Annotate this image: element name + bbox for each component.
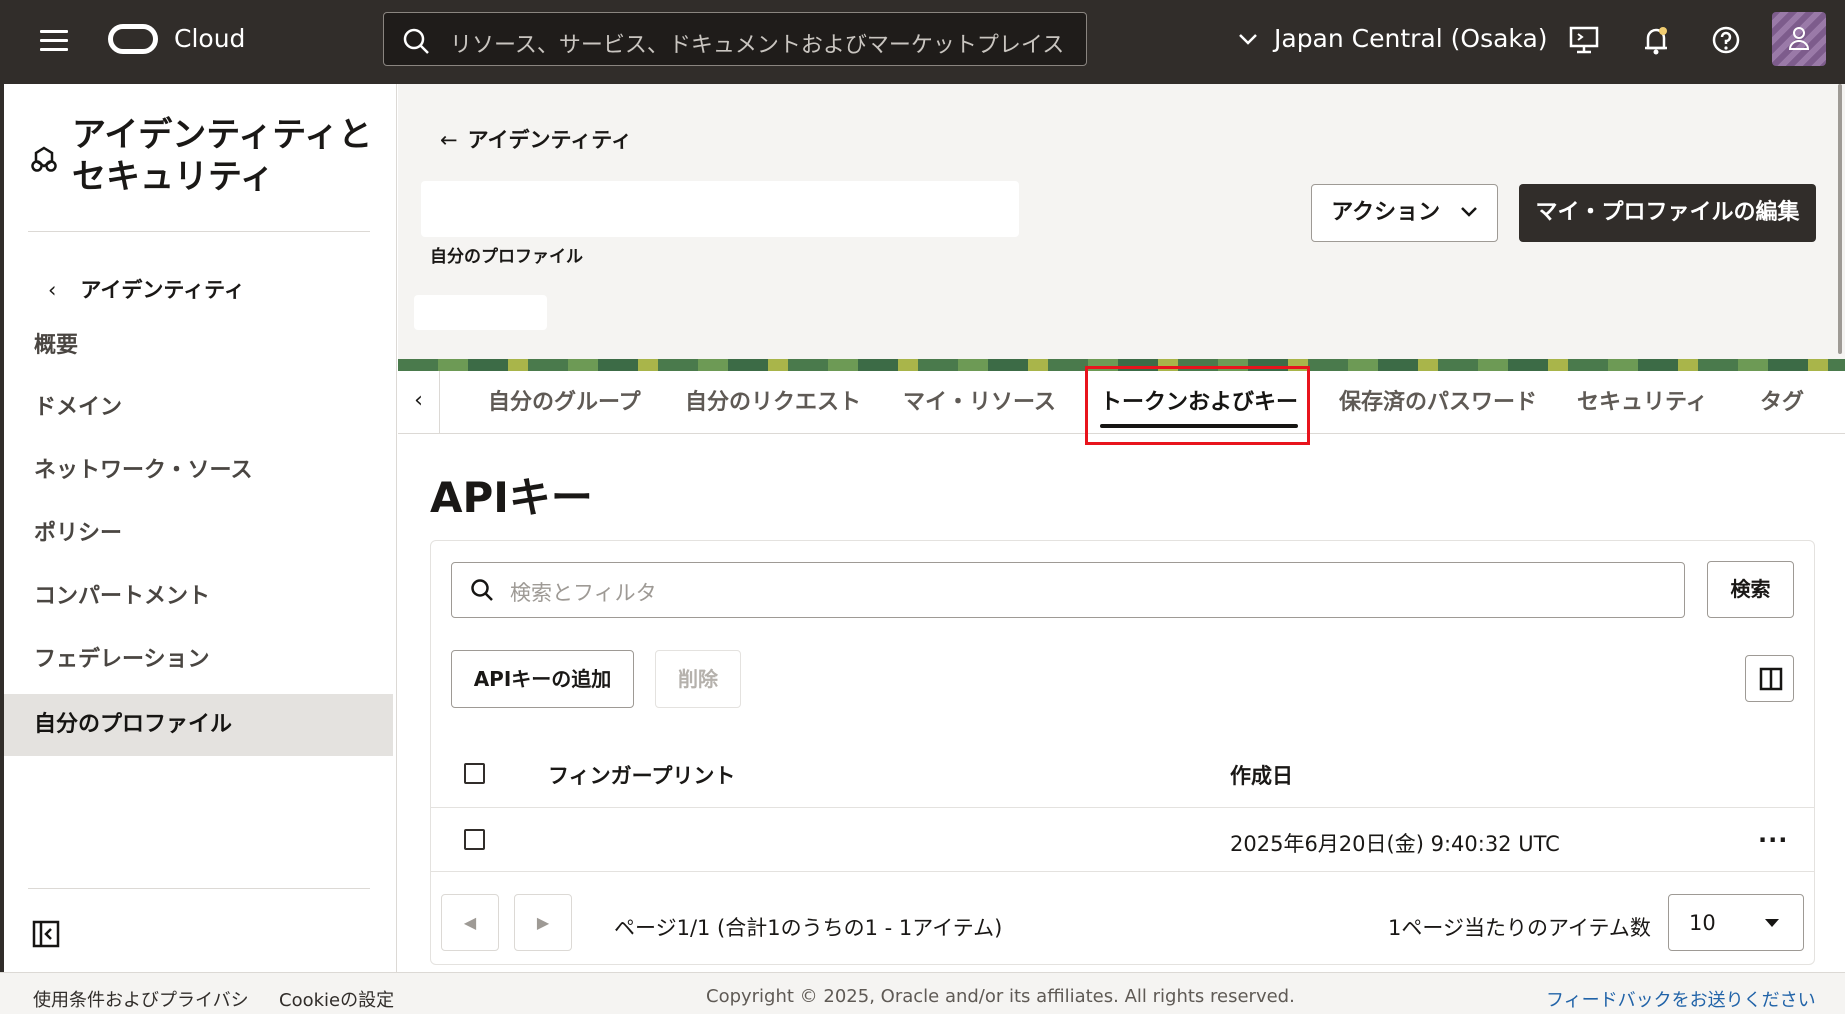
items-per-page-select[interactable]: 10 <box>1668 894 1804 951</box>
caret-down-icon <box>1765 919 1779 927</box>
sidebar-back-link[interactable]: ‹ アイデンティティ <box>48 274 245 304</box>
region-label: Japan Central (Osaka) <box>1274 24 1548 53</box>
tab-scroll-left-icon[interactable]: ‹ <box>398 371 440 434</box>
feedback-link[interactable]: フィードバックをお送りください <box>1546 986 1816 1012</box>
sidebar-item-network-sources[interactable]: ネットワーク・ソース <box>0 440 393 502</box>
chevron-down-icon <box>1460 207 1477 217</box>
select-all-checkbox[interactable] <box>464 763 485 784</box>
filter-input[interactable]: 検索とフィルタ <box>451 562 1685 618</box>
table-divider <box>431 871 1814 872</box>
prev-page-button[interactable]: ◀ <box>441 894 499 951</box>
sidebar-title: アイデンティティと セキュリティ <box>72 114 372 198</box>
sidebar-back-label: アイデンティティ <box>80 278 245 302</box>
page-scrollbar[interactable] <box>1838 84 1842 354</box>
search-icon <box>403 28 429 54</box>
tab-my-requests[interactable]: 自分のリクエスト <box>685 371 861 434</box>
user-icon <box>1788 27 1810 50</box>
redacted-badge <box>414 295 547 330</box>
column-settings-button[interactable] <box>1745 655 1794 702</box>
global-search-input[interactable]: リソース、サービス、ドキュメントおよびマーケットプレイス <box>383 12 1087 66</box>
items-per-page-value: 10 <box>1689 911 1716 935</box>
page-subtitle: 自分のプロファイル <box>430 247 583 267</box>
breadcrumb[interactable]: ← アイデンティティ <box>440 124 632 154</box>
actions-dropdown-button[interactable]: アクション <box>1311 184 1498 242</box>
actions-label: アクション <box>1331 200 1441 225</box>
sidebar-item-overview[interactable]: 概要 <box>0 315 393 377</box>
cloud-shell-icon[interactable] <box>1566 22 1602 58</box>
menu-icon[interactable] <box>40 30 68 52</box>
filter-placeholder: 検索とフィルタ <box>510 581 657 605</box>
column-header-created[interactable]: 作成日 <box>1230 760 1293 790</box>
tab-my-groups[interactable]: 自分のグループ <box>488 371 641 434</box>
row-checkbox[interactable] <box>464 829 485 850</box>
next-page-button[interactable]: ▶ <box>514 894 572 951</box>
pagination-summary: ページ1/1 (合計1のうちの1 - 1アイテム) <box>614 916 1003 940</box>
edit-profile-button[interactable]: マイ・プロファイルの編集 <box>1519 184 1816 242</box>
help-icon[interactable] <box>1708 22 1744 58</box>
terms-link[interactable]: 使用条件およびプライバシ <box>33 986 249 1012</box>
search-icon <box>471 579 493 601</box>
user-avatar[interactable] <box>1772 12 1826 66</box>
sidebar-item-my-profile[interactable]: 自分のプロファイル <box>0 694 393 756</box>
collapse-sidebar-icon[interactable] <box>32 920 60 948</box>
sidebar-title-line2: セキュリティ <box>72 157 274 197</box>
logo-text[interactable]: Cloud <box>174 24 245 53</box>
table-divider <box>431 807 1814 808</box>
breadcrumb-label: アイデンティティ <box>467 128 633 152</box>
arrow-left-icon: ← <box>440 128 458 152</box>
add-api-key-button[interactable]: APIキーの追加 <box>451 650 634 708</box>
identity-security-icon <box>31 146 57 172</box>
sidebar-bottom-divider <box>28 888 370 889</box>
tab-tags[interactable]: タグ <box>1760 371 1804 434</box>
oracle-logo-icon[interactable] <box>108 24 158 54</box>
sidebar-item-domains[interactable]: ドメイン <box>0 377 393 439</box>
sidebar-item-compartments[interactable]: コンパートメント <box>0 566 393 628</box>
search-button[interactable]: 検索 <box>1707 561 1794 618</box>
sidebar-item-policies[interactable]: ポリシー <box>0 503 393 565</box>
chevron-left-icon: ‹ <box>48 278 57 302</box>
region-selector[interactable]: Japan Central (Osaka) <box>1238 24 1548 53</box>
column-header-fingerprint[interactable]: フィンガープリント <box>548 760 735 790</box>
chevron-down-icon <box>1239 34 1257 45</box>
tab-security[interactable]: セキュリティ <box>1577 371 1708 434</box>
tab-saved-passwords[interactable]: 保存済のパスワード <box>1339 371 1537 434</box>
sidebar-item-federation[interactable]: フェデレーション <box>0 629 393 691</box>
section-title: APIキー <box>430 473 593 522</box>
tab-my-resources[interactable]: マイ・リソース <box>903 371 1056 434</box>
row-created: 2025年6月20日(金) 9:40:32 UTC <box>1230 832 1560 856</box>
sidebar-title-line1: アイデンティティと <box>72 115 373 155</box>
row-actions-icon[interactable]: ··· <box>1758 826 1788 854</box>
redacted-page-title <box>421 181 1019 237</box>
delete-button[interactable]: 削除 <box>655 650 741 708</box>
cookie-settings-link[interactable]: Cookieの設定 <box>279 986 394 1012</box>
bell-icon[interactable] <box>1638 22 1674 58</box>
copyright: Copyright © 2025, Oracle and/or its affi… <box>706 986 1295 1007</box>
global-search-placeholder: リソース、サービス、ドキュメントおよびマーケットプレイス <box>450 33 1065 58</box>
sidebar-divider <box>28 231 370 232</box>
columns-icon <box>1759 667 1783 691</box>
tab-highlight-box <box>1085 366 1310 445</box>
items-per-page-label: 1ページ当たりのアイテム数 <box>1388 916 1651 940</box>
